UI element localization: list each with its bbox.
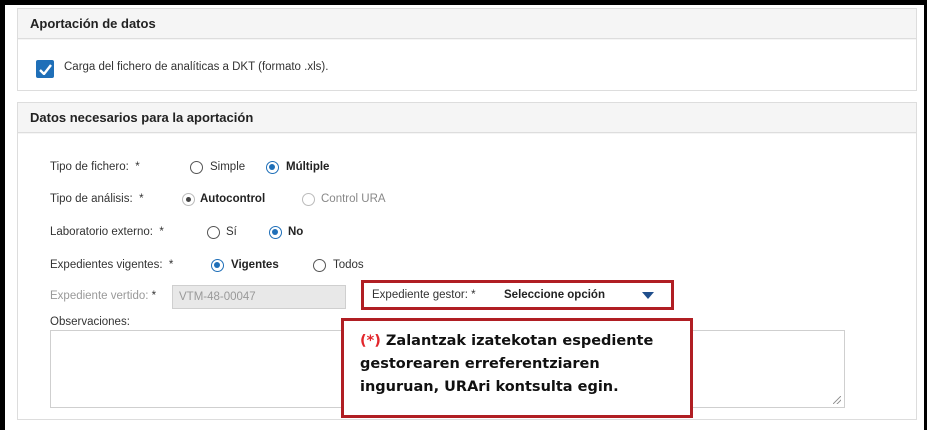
note-line-3: inguruan, URAri kontsulta egin. [360, 379, 619, 395]
checkbox-label: Carga del fichero de analíticas a DKT (f… [64, 61, 329, 73]
note-star: (*) [360, 333, 381, 349]
caret-down-icon[interactable] [642, 292, 654, 299]
note-line-2: gestorearen erreferentziaren [360, 356, 600, 372]
tipo-fichero-label: Tipo de fichero: * [50, 161, 140, 173]
radio-si[interactable] [207, 226, 220, 239]
option-simple: Simple [210, 161, 246, 173]
observaciones-label: Observaciones: [50, 316, 130, 328]
radio-autocontrol[interactable] [182, 193, 195, 206]
radio-multiple[interactable] [266, 161, 279, 174]
aportacion-panel: Aportación de datos [17, 8, 917, 91]
laboratorio-externo-label: Laboratorio externo: * [50, 226, 164, 238]
expediente-gestor-select[interactable]: Seleccione opción [504, 289, 605, 301]
expediente-vertido-input: VTM-48-00047 [172, 285, 346, 309]
radio-vigentes[interactable] [211, 259, 224, 272]
resize-grip-icon[interactable] [833, 396, 841, 404]
tipo-analisis-label: Tipo de análisis: * [50, 193, 144, 205]
option-vigentes: Vigentes [231, 259, 279, 271]
checkmark-icon [38, 63, 52, 75]
option-multiple: Múltiple [286, 161, 330, 173]
expediente-gestor-highlight: Expediente gestor: * Seleccione opción [361, 280, 674, 310]
radio-no[interactable] [269, 226, 282, 239]
option-no: No [288, 226, 304, 238]
expediente-gestor-label: Expediente gestor: * [372, 289, 476, 301]
expediente-vertido-label: Expediente vertido: * [50, 290, 157, 302]
carga-fichero-checkbox[interactable] [36, 60, 54, 78]
annotation-note: (*) Zalantzak izatekotan espediente gest… [341, 318, 693, 418]
panel-title: Aportación de datos [18, 9, 916, 39]
panel-title: Datos necesarios para la aportación [18, 103, 916, 133]
radio-control-ura[interactable] [302, 193, 315, 206]
option-control-ura: Control URA [321, 193, 386, 205]
option-si: Sí [226, 226, 237, 238]
option-autocontrol: Autocontrol [200, 193, 266, 205]
expedientes-vigentes-label: Expedientes vigentes: * [50, 259, 174, 271]
radio-simple[interactable] [190, 161, 203, 174]
option-todos: Todos [333, 259, 364, 271]
radio-todos[interactable] [313, 259, 326, 272]
note-line-1: (*) Zalantzak izatekotan espediente [360, 333, 654, 349]
